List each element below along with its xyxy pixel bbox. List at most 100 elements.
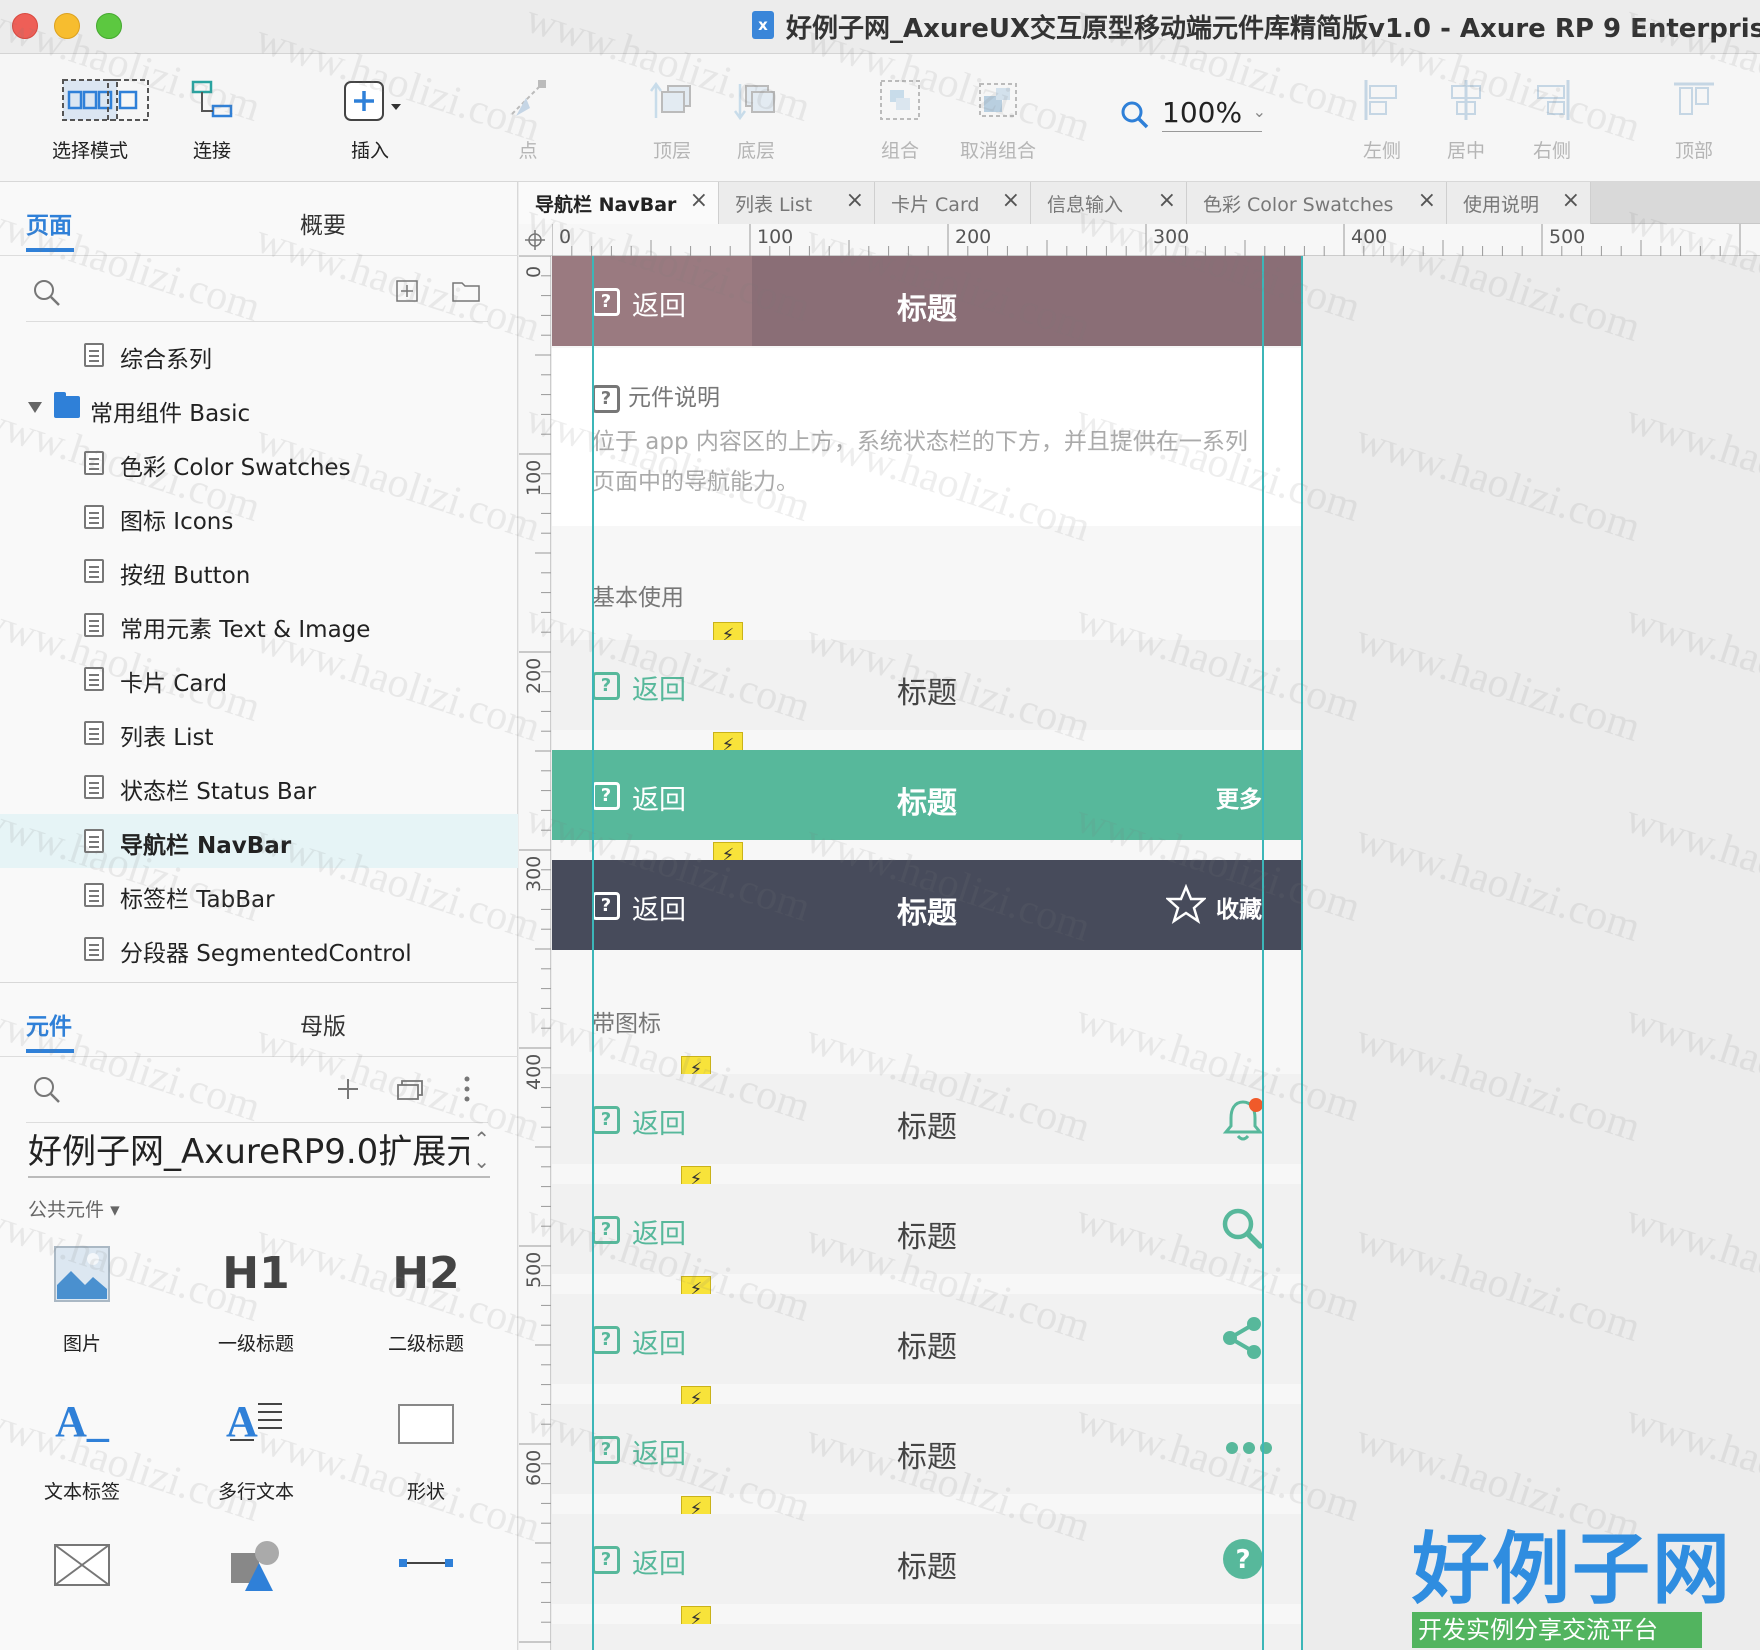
widget-shape[interactable]: 形状 <box>346 1393 506 1533</box>
align-top-button[interactable]: 顶部 <box>1656 54 1732 182</box>
guide-line-edge[interactable] <box>1301 256 1303 1650</box>
align-top-icon <box>1674 82 1714 115</box>
zoom-window-button[interactable] <box>96 13 122 39</box>
align-left-button[interactable]: 左侧 <box>1344 54 1420 182</box>
page-item-icons[interactable]: 图标 Icons <box>0 490 518 544</box>
close-window-button[interactable] <box>12 13 38 39</box>
brand-tagline: 开发实例分享交流平台 <box>1412 1612 1702 1648</box>
expand-arrow-icon[interactable] <box>28 402 42 413</box>
navbar-icon-search[interactable]: ? 返回 标题 <box>552 1184 1302 1274</box>
zoom-control[interactable]: 100% ⌄ <box>1120 94 1270 134</box>
page-item-tabbar[interactable]: 标签栏 TabBar <box>0 868 518 922</box>
placeholder-icon <box>54 1544 110 1586</box>
design-canvas[interactable]: ? 返回 标题 ? 元件说明 位于 app 内容区的上方，系统状态栏的下方，并且提… <box>552 256 1760 1650</box>
page-item-comprehensive[interactable]: 综合系列 <box>0 328 518 382</box>
ungroup-button[interactable]: 取消组合 <box>950 54 1046 182</box>
close-icon[interactable]: × <box>846 188 864 213</box>
main-toolbar: 选择模式 连接 插入 点 顶层 底层 组合 取消组合 100% ⌄ 左侧 居中 … <box>0 54 1760 182</box>
tab-pages[interactable]: 页面 <box>26 206 72 240</box>
navbar-icon-bell[interactable]: ? 返回 标题 <box>552 1074 1302 1164</box>
zoom-value[interactable]: 100% <box>1162 94 1262 132</box>
insert-plus-icon <box>344 81 401 121</box>
minimize-window-button[interactable] <box>54 13 80 39</box>
widget-h1[interactable]: H1 一级标题 <box>176 1245 336 1385</box>
close-icon[interactable]: × <box>1418 188 1436 213</box>
add-folder-icon[interactable] <box>452 280 480 302</box>
folder-item-basic[interactable]: 常用组件 Basic <box>0 382 518 436</box>
guide-line-left[interactable] <box>592 256 594 1650</box>
navbar-basic-green[interactable]: ? 返回 标题 更多 <box>552 750 1302 840</box>
point-button[interactable]: 点 <box>490 54 566 182</box>
send-to-back-button[interactable]: 底层 <box>716 54 796 182</box>
tab-input[interactable]: 信息输入 × <box>1031 182 1187 224</box>
library-stack-icon[interactable] <box>396 1077 426 1101</box>
tab-outline[interactable]: 概要 <box>300 206 346 240</box>
add-page-icon[interactable] <box>396 280 418 302</box>
document-tabs: 导航栏 NavBar × 列表 List × 卡片 Card × 信息输入 × … <box>519 182 1760 224</box>
page-icon <box>84 721 104 745</box>
search-icon[interactable] <box>32 278 62 308</box>
navbar-basic-dark[interactable]: ? 返回 标题 收藏 <box>552 860 1302 950</box>
header-navbar[interactable]: ? 返回 标题 <box>552 256 1302 346</box>
bring-to-front-button[interactable]: 顶层 <box>632 54 712 182</box>
page-item-list[interactable]: 列表 List <box>0 706 518 760</box>
bell-icon[interactable] <box>1222 1096 1264 1144</box>
favorite-button[interactable]: 收藏 <box>1166 884 1262 924</box>
page-item-status-bar[interactable]: 状态栏 Status Bar <box>0 760 518 814</box>
close-icon[interactable]: × <box>1158 188 1176 213</box>
more-dots-icon[interactable] <box>1224 1440 1274 1456</box>
page-item-text-image[interactable]: 常用元素 Text & Image <box>0 598 518 652</box>
search-icon[interactable] <box>1220 1206 1264 1250</box>
library-select[interactable]: 好例子网_AxureRP9.0扩展元件库 ⌃⌄ <box>28 1128 490 1178</box>
widget-image[interactable]: 图片 <box>2 1245 162 1385</box>
page-item-card[interactable]: 卡片 Card <box>0 652 518 706</box>
widget-h2[interactable]: H2 二级标题 <box>346 1245 506 1385</box>
brand-logo: 好例子网 开发实例分享交流平台 <box>1412 1528 1730 1648</box>
tab-masters[interactable]: 母版 <box>300 1007 346 1041</box>
close-icon[interactable]: × <box>1562 188 1580 213</box>
nav-title: 标题 <box>897 676 957 711</box>
widget-paragraph[interactable]: A 多行文本 <box>176 1393 336 1533</box>
navbar-partial[interactable] <box>552 1624 1302 1650</box>
widget-text-label[interactable]: A_ 文本标签 <box>2 1393 162 1533</box>
align-right-button[interactable]: 右侧 <box>1514 54 1590 182</box>
help-circle-icon[interactable]: ? <box>1222 1538 1264 1580</box>
more-link[interactable]: 更多 <box>1216 780 1262 814</box>
widget-dynamic-panel[interactable] <box>176 1535 336 1650</box>
navbar-basic-light[interactable]: ? 返回 标题 <box>552 640 1302 730</box>
more-options-icon[interactable] <box>462 1075 472 1103</box>
tab-list[interactable]: 列表 List × <box>719 182 875 224</box>
insert-button[interactable]: 插入 <box>330 54 410 182</box>
page-item-segmented-control[interactable]: 分段器 SegmentedControl <box>0 922 518 976</box>
add-library-icon[interactable] <box>336 1077 360 1101</box>
navbar-icon-help[interactable]: ? 返回 标题 ? <box>552 1514 1302 1604</box>
tab-card[interactable]: 卡片 Card × <box>875 182 1031 224</box>
tab-widgets[interactable]: 元件 <box>26 1007 72 1041</box>
navbar-icon-more[interactable]: ? 返回 标题 <box>552 1404 1302 1494</box>
pages-search-row <box>0 256 518 322</box>
search-icon[interactable] <box>32 1075 62 1105</box>
page-item-button[interactable]: 按纽 Button <box>0 544 518 598</box>
ungroup-label: 取消组合 <box>959 140 1036 162</box>
close-icon[interactable]: × <box>690 188 708 213</box>
point-icon <box>511 80 546 116</box>
guide-line-right[interactable] <box>1262 256 1264 1650</box>
select-contained-button[interactable] <box>100 54 156 182</box>
group-button[interactable]: 组合 <box>860 54 940 182</box>
connect-button[interactable]: 连接 <box>170 54 254 182</box>
ruler-label: 600 <box>523 1449 545 1486</box>
widget-line[interactable] <box>346 1535 506 1650</box>
widget-category[interactable]: 公共元件 ▾ <box>28 1195 120 1222</box>
page-item-color-swatches[interactable]: 色彩 Color Swatches <box>0 436 518 490</box>
align-center-button[interactable]: 居中 <box>1428 54 1504 182</box>
widget-placeholder[interactable] <box>2 1535 162 1650</box>
close-icon[interactable]: × <box>1002 188 1020 213</box>
tab-usage[interactable]: 使用说明 × <box>1447 182 1591 224</box>
widget-label: 形状 <box>406 1481 445 1503</box>
navbar-icon-share[interactable]: ? 返回 标题 <box>552 1294 1302 1384</box>
tab-active-indicator <box>26 248 74 252</box>
share-icon[interactable] <box>1220 1316 1264 1360</box>
tab-navbar[interactable]: 导航栏 NavBar × <box>519 182 719 224</box>
page-item-navbar[interactable]: 导航栏 NavBar <box>0 814 518 868</box>
tab-color-swatches[interactable]: 色彩 Color Swatches × <box>1187 182 1447 224</box>
